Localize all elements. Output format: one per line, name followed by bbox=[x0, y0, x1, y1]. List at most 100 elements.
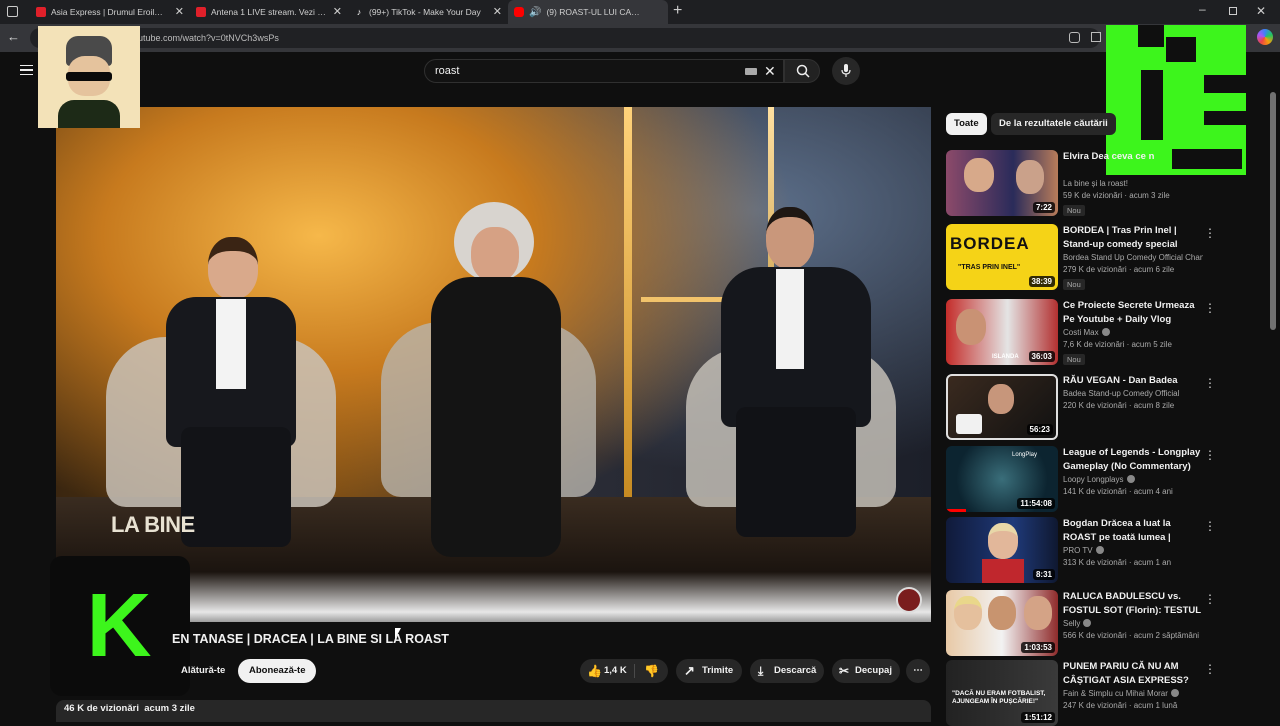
views-and-date: 46 K de vizionări acum 3 zile bbox=[64, 703, 195, 714]
tab-close-icon[interactable]: ✕ bbox=[493, 6, 502, 18]
more-vertical-icon[interactable]: ⋮ bbox=[1204, 519, 1216, 533]
translate-icon[interactable] bbox=[1069, 32, 1080, 43]
download-button[interactable]: ⤓ Descarcă bbox=[750, 659, 824, 683]
browser-tab-youtube-active[interactable]: 🔊 (9) ROAST-UL LUI CARMEN T bbox=[508, 0, 668, 24]
channel-name[interactable]: Loopy Longplays bbox=[1063, 475, 1203, 484]
video-title[interactable]: Bogdan Drăcea a luat la ROAST pe toată l… bbox=[1063, 517, 1203, 545]
more-vertical-icon[interactable]: ⋮ bbox=[1204, 301, 1216, 315]
video-title[interactable]: Elvira Dea ceva ce n bbox=[1063, 150, 1203, 164]
keyboard-icon[interactable] bbox=[745, 68, 757, 75]
join-button[interactable]: Alătură-te bbox=[172, 659, 234, 683]
video-meta: 7,6 K de vizionări · acum 5 zile bbox=[1063, 340, 1172, 349]
browser-tab-antena1[interactable]: Antena 1 LIVE stream. Vezi online ✕ bbox=[190, 0, 348, 24]
back-arrow-icon[interactable]: ← bbox=[7, 29, 20, 44]
video-player[interactable]: LA BINE bbox=[56, 107, 931, 622]
voice-search-button[interactable] bbox=[832, 57, 860, 85]
minimize-icon[interactable]: – bbox=[1199, 2, 1206, 16]
video-thumbnail[interactable]: 8:31 bbox=[946, 517, 1058, 583]
clip-button[interactable]: ✂ Decupaj bbox=[832, 659, 900, 683]
video-thumbnail[interactable]: "DACĂ NU ERAM FOTBALIST, AJUNGEAM ÎN PUȘ… bbox=[946, 660, 1058, 726]
video-title[interactable]: PUNEM PARIU CĂ NU AM CÂȘTIGAT ASIA EXPRE… bbox=[1063, 660, 1203, 688]
person-right bbox=[696, 207, 896, 567]
recommended-video[interactable]: BORDEA "TRAS PRIN INEL" 38:39 BORDEA | T… bbox=[946, 224, 1246, 290]
more-vertical-icon[interactable]: ⋮ bbox=[1204, 376, 1216, 390]
tab-close-icon[interactable]: ✕ bbox=[175, 6, 184, 18]
recommended-video[interactable]: "DACĂ NU ERAM FOTBALIST, AJUNGEAM ÎN PUȘ… bbox=[946, 660, 1246, 726]
video-title[interactable]: RALUCA BADULESCU vs. FOSTUL SOT (Florin)… bbox=[1063, 590, 1203, 618]
microphone-icon bbox=[841, 64, 851, 77]
dislike-button[interactable]: 👎 bbox=[638, 659, 666, 683]
download-icon: ⤓ bbox=[758, 664, 764, 678]
tab-favicon-icon bbox=[196, 7, 206, 17]
page-scrollbar[interactable] bbox=[1270, 92, 1276, 330]
channel-name[interactable]: Costi Max bbox=[1063, 328, 1203, 337]
video-duration: 1:51:12 bbox=[1021, 712, 1055, 723]
channel-name[interactable]: Badea Stand-up Comedy Official bbox=[1063, 389, 1203, 398]
channel-name[interactable]: Fain & Simplu cu Mihai Morar bbox=[1063, 689, 1203, 698]
new-tab-icon[interactable]: + bbox=[673, 2, 682, 20]
recommended-video[interactable]: 7:22 Elvira Dea ceva ce n La bine și la … bbox=[946, 150, 1246, 216]
show-logo-watermark: LA BINE bbox=[111, 512, 195, 537]
more-vertical-icon[interactable]: ⋮ bbox=[1204, 226, 1216, 240]
youtube-header: roast ✕ bbox=[0, 52, 1280, 92]
video-title[interactable]: League of Legends - Longplay Gameplay (N… bbox=[1063, 446, 1203, 474]
recommended-video[interactable]: ISLANDA 36:03 Ce Proiecte Secrete Urmeaz… bbox=[946, 299, 1246, 365]
video-duration: 36:03 bbox=[1028, 351, 1055, 362]
more-vertical-icon[interactable]: ⋮ bbox=[1204, 592, 1216, 606]
like-button[interactable]: 👍 1,4 K bbox=[580, 659, 634, 683]
thumbnail-text: ISLANDA bbox=[992, 354, 1019, 360]
clip-label: Decupaj bbox=[855, 665, 892, 676]
person-center bbox=[396, 202, 596, 582]
video-title[interactable]: RĂU VEGAN - Dan Badea bbox=[1063, 374, 1203, 388]
video-thumbnail[interactable]: LongPlay 11:54:08 bbox=[946, 446, 1058, 512]
filter-chip-related[interactable]: De la rezultatele căutării bbox=[991, 113, 1116, 135]
video-thumbnail[interactable]: 56:23 bbox=[946, 374, 1058, 440]
scissors-icon: ✂ bbox=[839, 664, 850, 678]
new-badge: Nou bbox=[1063, 205, 1085, 216]
copilot-icon[interactable] bbox=[1257, 29, 1273, 45]
close-window-icon[interactable]: ✕ bbox=[1256, 4, 1266, 18]
channel-name[interactable]: Selly bbox=[1063, 619, 1203, 628]
share-button[interactable]: ↗ Trimite bbox=[676, 659, 742, 683]
recommended-video[interactable]: 56:23 RĂU VEGAN - Dan Badea Badea Stand-… bbox=[946, 374, 1246, 440]
channel-name[interactable]: PRO TV bbox=[1063, 546, 1203, 555]
tab-title: (9) ROAST-UL LUI CARMEN T bbox=[546, 7, 641, 17]
channel-name[interactable]: La bine și la roast! bbox=[1063, 179, 1203, 188]
channel-name-text: Fain & Simplu cu Mihai Morar bbox=[1063, 689, 1168, 698]
subscribe-button[interactable]: Abonează-te bbox=[238, 659, 317, 683]
video-title[interactable]: Ce Proiecte Secrete Urmeaza Pe Youtube +… bbox=[1063, 299, 1203, 327]
channel-name-text: PRO TV bbox=[1063, 546, 1093, 555]
thumbnail-text: "TRAS PRIN INEL" bbox=[958, 264, 1021, 271]
maximize-icon[interactable] bbox=[1229, 7, 1237, 15]
clear-search-icon[interactable]: ✕ bbox=[764, 60, 776, 82]
hamburger-menu-icon[interactable] bbox=[20, 65, 33, 75]
address-bar[interactable]: utube.com/watch?v=0tNVCh3wsPs bbox=[30, 28, 1100, 48]
video-meta: 220 K de vizionări · acum 8 zile bbox=[1063, 401, 1175, 410]
tab-title: Asia Express | Drumul Eroilor e on bbox=[51, 7, 166, 17]
speaker-icon[interactable]: 🔊 bbox=[529, 7, 541, 18]
new-badge: Nou bbox=[1063, 279, 1085, 290]
video-thumbnail[interactable]: ISLANDA 36:03 bbox=[946, 299, 1058, 365]
recommended-video[interactable]: 1:03:53 RALUCA BADULESCU vs. FOSTUL SOT … bbox=[946, 590, 1246, 656]
description-box[interactable]: 46 K de vizionări acum 3 zile bbox=[56, 700, 931, 722]
recommended-video[interactable]: LongPlay 11:54:08 League of Legends - Lo… bbox=[946, 446, 1246, 512]
tab-overview-icon[interactable] bbox=[7, 6, 18, 17]
more-actions-button[interactable]: ⋯ bbox=[906, 659, 930, 683]
search-input[interactable]: roast ✕ bbox=[424, 59, 784, 83]
video-thumbnail[interactable]: 7:22 bbox=[946, 150, 1058, 216]
browser-tab-asia-express[interactable]: Asia Express | Drumul Eroilor e on ✕ bbox=[30, 0, 190, 24]
filter-chip-all[interactable]: Toate bbox=[946, 113, 987, 135]
more-vertical-icon[interactable]: ⋮ bbox=[1204, 662, 1216, 676]
browser-tab-tiktok[interactable]: ♪ (99+) TikTok - Make Your Day ✕ bbox=[348, 0, 508, 24]
tab-close-icon[interactable]: ✕ bbox=[333, 6, 342, 18]
video-thumbnail[interactable]: 1:03:53 bbox=[946, 590, 1058, 656]
search-button[interactable] bbox=[784, 59, 820, 83]
video-thumbnail[interactable]: BORDEA "TRAS PRIN INEL" 38:39 bbox=[946, 224, 1058, 290]
more-vertical-icon[interactable]: ⋮ bbox=[1204, 448, 1216, 462]
extensions-icon[interactable] bbox=[1091, 32, 1101, 42]
verified-check-icon bbox=[1095, 546, 1104, 554]
recommended-video[interactable]: 8:31 Bogdan Drăcea a luat la ROAST pe to… bbox=[946, 517, 1246, 583]
video-title[interactable]: BORDEA | Tras Prin Inel | Stand-up comed… bbox=[1063, 224, 1203, 252]
channel-name[interactable]: Bordea Stand Up Comedy Official Channel bbox=[1063, 253, 1203, 262]
thumbnail-text: LongPlay bbox=[1012, 452, 1038, 458]
